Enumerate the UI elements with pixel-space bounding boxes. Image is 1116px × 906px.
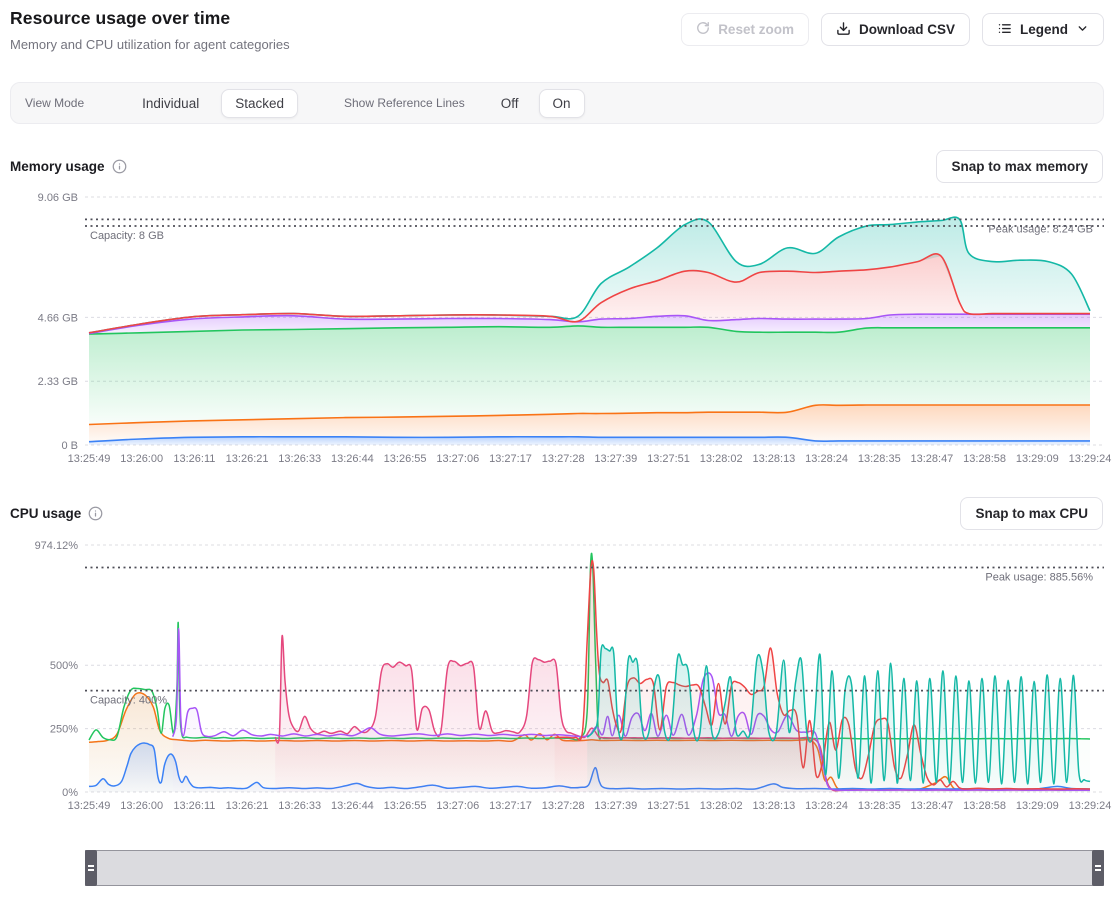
grip-icon bbox=[88, 865, 94, 867]
view-mode-label: View Mode bbox=[25, 96, 84, 110]
svg-text:13:25:49: 13:25:49 bbox=[68, 453, 111, 465]
svg-text:13:26:55: 13:26:55 bbox=[384, 453, 427, 465]
svg-text:Capacity: 8 GB: Capacity: 8 GB bbox=[90, 230, 164, 242]
svg-text:4.66 GB: 4.66 GB bbox=[38, 312, 78, 324]
svg-text:13:28:24: 13:28:24 bbox=[805, 800, 848, 812]
svg-text:0%: 0% bbox=[62, 787, 78, 799]
svg-text:13:26:21: 13:26:21 bbox=[226, 453, 269, 465]
svg-text:Capacity: 400%: Capacity: 400% bbox=[90, 695, 167, 707]
info-icon[interactable] bbox=[88, 506, 103, 521]
snap-to-max-memory-button[interactable]: Snap to max memory bbox=[936, 150, 1103, 183]
x-axis-labels: 13:25:49 13:26:00 13:26:11 13:26:21 13:26:33… bbox=[68, 800, 1112, 812]
snap-to-max-cpu-button[interactable]: Snap to max CPU bbox=[960, 497, 1103, 530]
svg-text:13:26:55: 13:26:55 bbox=[384, 800, 427, 812]
info-icon[interactable] bbox=[112, 159, 127, 174]
reference-lines-off[interactable]: Off bbox=[487, 89, 533, 118]
brush-handle-right[interactable] bbox=[1092, 850, 1104, 886]
memory-chart-svg: 9.06 GB 4.66 GB 2.33 GB 0 B13:25:49 13:26:00… bbox=[0, 185, 1116, 477]
svg-text:13:29:24: 13:29:24 bbox=[1069, 453, 1112, 465]
svg-text:13:25:49: 13:25:49 bbox=[68, 800, 111, 812]
time-range-brush[interactable] bbox=[85, 850, 1104, 886]
svg-text:13:27:39: 13:27:39 bbox=[594, 800, 637, 812]
refresh-icon bbox=[696, 21, 710, 38]
header-actions: Reset zoom Download CSV Legend bbox=[681, 13, 1104, 46]
cpu-series bbox=[89, 553, 1090, 792]
view-controls-bar: View Mode Individual Stacked Show Refere… bbox=[10, 82, 1104, 124]
svg-text:13:28:02: 13:28:02 bbox=[700, 800, 743, 812]
svg-text:13:26:44: 13:26:44 bbox=[331, 453, 374, 465]
svg-text:9.06 GB: 9.06 GB bbox=[38, 192, 78, 204]
svg-text:500%: 500% bbox=[50, 660, 78, 672]
svg-text:13:28:24: 13:28:24 bbox=[805, 453, 848, 465]
svg-text:13:28:58: 13:28:58 bbox=[963, 800, 1006, 812]
page-subtitle: Memory and CPU utilization for agent cat… bbox=[10, 37, 290, 52]
svg-text:13:28:35: 13:28:35 bbox=[858, 453, 901, 465]
svg-text:13:26:00: 13:26:00 bbox=[120, 453, 163, 465]
svg-text:13:28:35: 13:28:35 bbox=[858, 800, 901, 812]
show-reference-lines-label: Show Reference Lines bbox=[344, 96, 465, 110]
memory-series bbox=[89, 217, 1090, 445]
svg-text:13:27:06: 13:27:06 bbox=[436, 800, 479, 812]
svg-text:13:29:24: 13:29:24 bbox=[1069, 800, 1112, 812]
svg-text:13:29:09: 13:29:09 bbox=[1016, 800, 1059, 812]
svg-text:13:28:47: 13:28:47 bbox=[910, 800, 953, 812]
memory-chart[interactable]: 9.06 GB 4.66 GB 2.33 GB 0 B13:25:49 13:26:00… bbox=[0, 185, 1116, 477]
svg-text:250%: 250% bbox=[50, 724, 78, 736]
svg-text:974.12%: 974.12% bbox=[35, 540, 79, 552]
svg-text:13:26:33: 13:26:33 bbox=[278, 800, 321, 812]
cpu-chart[interactable]: 974.12% 500% 250% 0%13:25:49 13:26:00 13:26:1… bbox=[0, 535, 1116, 823]
svg-text:13:27:28: 13:27:28 bbox=[542, 800, 585, 812]
svg-text:13:28:13: 13:28:13 bbox=[752, 800, 795, 812]
reset-zoom-button[interactable]: Reset zoom bbox=[681, 13, 809, 46]
svg-text:13:26:44: 13:26:44 bbox=[331, 800, 374, 812]
svg-text:13:28:47: 13:28:47 bbox=[910, 453, 953, 465]
svg-text:13:27:39: 13:27:39 bbox=[594, 453, 637, 465]
svg-text:Peak usage: 885.56%: Peak usage: 885.56% bbox=[985, 572, 1093, 584]
svg-text:13:26:21: 13:26:21 bbox=[226, 800, 269, 812]
download-csv-button[interactable]: Download CSV bbox=[821, 13, 970, 46]
memory-section-title: Memory usage bbox=[10, 159, 105, 174]
svg-text:13:26:00: 13:26:00 bbox=[120, 800, 163, 812]
list-icon bbox=[997, 21, 1012, 39]
brush-handle-left[interactable] bbox=[85, 850, 97, 886]
legend-button[interactable]: Legend bbox=[982, 13, 1104, 46]
chevron-down-icon bbox=[1076, 22, 1089, 38]
svg-text:13:28:13: 13:28:13 bbox=[752, 453, 795, 465]
svg-text:13:29:09: 13:29:09 bbox=[1016, 453, 1059, 465]
svg-text:13:27:06: 13:27:06 bbox=[436, 453, 479, 465]
x-axis-labels: 13:25:49 13:26:00 13:26:11 13:26:21 13:26:33… bbox=[68, 453, 1112, 465]
download-icon bbox=[836, 21, 851, 39]
grip-icon bbox=[1095, 865, 1101, 867]
cpu-section-title: CPU usage bbox=[10, 506, 81, 521]
memory-section-header: Memory usage Snap to max memory bbox=[10, 150, 1103, 183]
svg-text:13:27:17: 13:27:17 bbox=[489, 800, 532, 812]
svg-text:2.33 GB: 2.33 GB bbox=[38, 376, 78, 388]
reference-lines-on[interactable]: On bbox=[539, 89, 585, 118]
svg-text:13:26:11: 13:26:11 bbox=[173, 800, 215, 812]
svg-text:13:28:58: 13:28:58 bbox=[963, 453, 1006, 465]
svg-text:13:26:11: 13:26:11 bbox=[173, 453, 215, 465]
cpu-section-header: CPU usage Snap to max CPU bbox=[10, 497, 1103, 530]
svg-text:13:27:28: 13:27:28 bbox=[542, 453, 585, 465]
svg-text:13:27:51: 13:27:51 bbox=[647, 800, 690, 812]
svg-text:13:27:51: 13:27:51 bbox=[647, 453, 690, 465]
view-mode-stacked[interactable]: Stacked bbox=[221, 89, 298, 118]
svg-text:13:26:33: 13:26:33 bbox=[278, 453, 321, 465]
cpu-chart-svg: 974.12% 500% 250% 0%13:25:49 13:26:00 13:26:1… bbox=[0, 535, 1116, 823]
svg-text:0 B: 0 B bbox=[61, 440, 78, 452]
svg-text:13:27:17: 13:27:17 bbox=[489, 453, 532, 465]
svg-text:13:28:02: 13:28:02 bbox=[700, 453, 743, 465]
page-title: Resource usage over time bbox=[10, 8, 230, 29]
view-mode-individual[interactable]: Individual bbox=[128, 89, 213, 118]
